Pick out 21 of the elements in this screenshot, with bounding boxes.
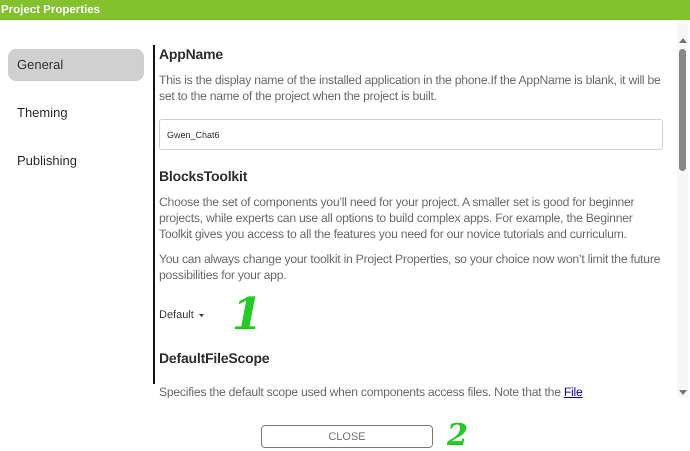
handwritten-annotation: 1 [232,293,262,337]
toolkit-dropdown[interactable]: Default [159,309,204,321]
section-heading: BlocksToolkit [159,167,248,185]
arrow-down-icon[interactable] [678,390,686,395]
sidebar-item[interactable]: Theming [8,97,144,129]
description-text: You can always change your toolkit in Project Properties, so your choice now won’t limit the future possibilities for your app. [159,251,662,283]
file-link[interactable]: File [564,385,582,398]
section-heading: AppName [159,45,224,63]
scrollbar[interactable] [677,20,688,398]
description-text: Choose the set of components you’ll need for your project. A smaller set is good for beginner projects, while experts can use all options to build complex apps. For example, the Beginner Toolkit gives you access to all the features you need for our novice tutorials and curriculum. [159,194,636,242]
handwritten-annotation: 2 [447,420,468,451]
text-field[interactable]: Gwen_Chat6 [159,119,663,150]
close-button[interactable]: CLOSE [261,425,433,448]
sidebar-item[interactable]: Publishing [8,145,144,177]
arrow-up-icon[interactable] [678,38,686,43]
window-title: Project Properties [0,4,100,16]
scrollbar-thumb[interactable] [679,49,686,171]
sidebar-item[interactable]: General [8,49,144,81]
description-text: This is the display name of the installed application in the phone.If the AppName is blank, it will be set to the name of the project when the project is built. [159,72,662,104]
section-heading: DefaultFileScope [159,349,270,367]
caret-icon [198,314,204,316]
